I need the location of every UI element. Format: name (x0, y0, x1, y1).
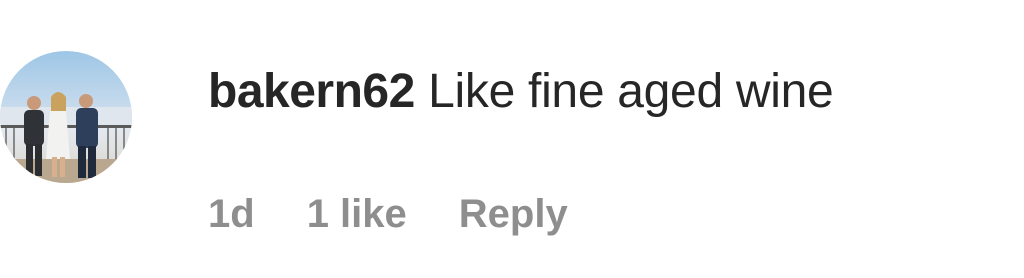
comment-meta: 1d 1 like Reply (208, 186, 568, 242)
comment-body: bakern62 Like fine aged wine (208, 56, 834, 128)
reply-button[interactable]: Reply (459, 186, 568, 242)
comment-timestamp[interactable]: 1d (208, 186, 255, 242)
avatar[interactable] (0, 51, 132, 183)
comment-item: bakern62 Like fine aged wine 1d 1 like R… (0, 0, 1024, 278)
comment-username[interactable]: bakern62 (208, 65, 415, 118)
comment-text: Like fine aged wine (428, 65, 834, 118)
avatar-photo (0, 51, 132, 183)
comment-likes-count[interactable]: 1 like (307, 186, 407, 242)
